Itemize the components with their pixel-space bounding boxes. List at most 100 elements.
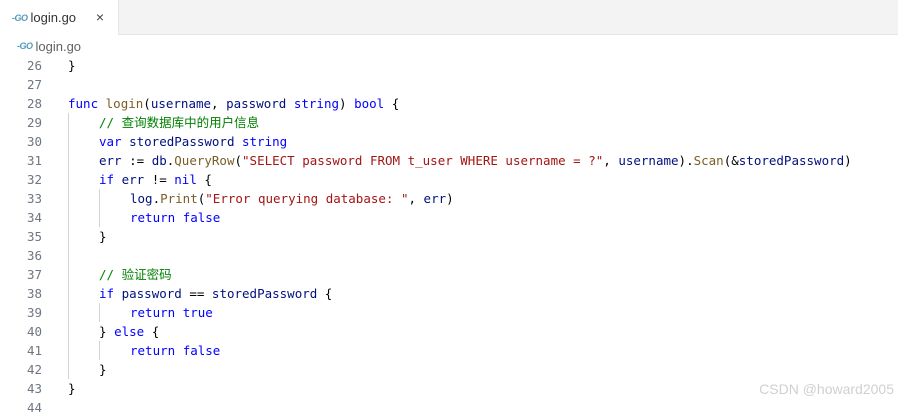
code-token: { xyxy=(384,96,400,111)
code-token: false xyxy=(182,343,221,358)
indent-guide xyxy=(99,189,100,227)
code-text: // 验证密码 xyxy=(99,265,172,284)
line-number: 27 xyxy=(26,77,42,92)
code-line: 26} xyxy=(0,56,898,75)
code-line: 42} xyxy=(0,360,898,379)
code-token: == xyxy=(181,286,212,301)
code-token: } xyxy=(99,362,107,377)
line-number: 42 xyxy=(26,362,42,377)
code-token: db xyxy=(151,153,167,168)
line-number: 41 xyxy=(26,343,42,358)
code-line: 30 var storedPassword string xyxy=(0,132,898,151)
code-token: if xyxy=(99,172,115,187)
indent-guide xyxy=(99,303,100,322)
line-number: 26 xyxy=(26,58,42,73)
code-text: } xyxy=(99,360,107,379)
code-token: storedPassword xyxy=(211,286,318,301)
code-text: } else { xyxy=(99,322,159,341)
code-token: string xyxy=(242,134,288,149)
code-token: } xyxy=(99,229,107,244)
go-file-icon: -GO xyxy=(12,12,28,23)
code-line: 27 xyxy=(0,75,898,94)
line-number: 28 xyxy=(26,96,42,111)
code-text: // 查询数据库中的用户信息 xyxy=(99,113,259,132)
code-line: 35} xyxy=(0,227,898,246)
code-token: return xyxy=(130,305,176,320)
line-number: 39 xyxy=(26,305,42,320)
code-token: QueryRow xyxy=(174,153,235,168)
code-token: false xyxy=(182,210,221,225)
editor-tab-bar: -GO login.go × xyxy=(0,0,898,35)
code-token: return xyxy=(130,343,176,358)
code-text: var storedPassword string xyxy=(99,132,287,151)
code-token: Scan xyxy=(693,153,724,168)
line-number: 33 xyxy=(26,191,42,206)
code-line: 29 // 查询数据库中的用户信息 xyxy=(0,113,898,132)
code-line: 31 err := db.QueryRow("SELECT password FR… xyxy=(0,151,898,170)
code-token: var xyxy=(99,134,122,149)
code-token: , xyxy=(408,191,424,206)
breadcrumb-item-file[interactable]: login.go xyxy=(36,39,82,54)
line-number: 30 xyxy=(26,134,42,149)
code-line: 28 func login(username, password string) … xyxy=(0,94,898,113)
tab-login-go[interactable]: -GO login.go × xyxy=(0,0,119,35)
code-line: 32 if err != nil { xyxy=(0,170,898,189)
code-token: login xyxy=(105,96,144,111)
code-line: 40 } else { xyxy=(0,322,898,341)
close-icon[interactable]: × xyxy=(92,9,108,25)
line-number: 40 xyxy=(26,324,42,339)
code-token: // 查询数据库中的用户信息 xyxy=(99,115,260,130)
code-token: } xyxy=(68,381,76,396)
code-token: else xyxy=(114,324,145,339)
code-text: func login(username, password string) bo… xyxy=(68,94,399,113)
code-text: } xyxy=(68,379,76,398)
code-token: ( xyxy=(234,153,243,168)
code-token: err xyxy=(121,172,145,187)
code-token: nil xyxy=(174,172,197,187)
code-token: storedPassword xyxy=(129,134,235,149)
code-token: username xyxy=(150,96,212,111)
tab-label: login.go xyxy=(30,10,77,25)
code-text: } xyxy=(99,227,107,246)
code-editor[interactable]: 26} 27 28 func login(username, password str… xyxy=(0,56,898,415)
code-token: ) xyxy=(446,191,454,206)
code-text: return true xyxy=(130,303,213,322)
code-token: err xyxy=(423,191,447,206)
code-token: { xyxy=(317,286,333,301)
code-token: storedPassword xyxy=(738,153,845,168)
code-token: ) xyxy=(339,96,355,111)
code-token: , xyxy=(603,153,619,168)
code-token: username xyxy=(618,153,679,168)
code-token: Print xyxy=(160,191,198,206)
line-number: 44 xyxy=(26,400,42,415)
code-line: 34 return false xyxy=(0,208,898,227)
code-line: 36 xyxy=(0,246,898,265)
code-token: := xyxy=(121,153,152,168)
code-token: string xyxy=(293,96,339,111)
code-token: ( xyxy=(143,96,151,111)
code-token: ). xyxy=(678,153,694,168)
code-text: return false xyxy=(130,341,220,360)
code-token: != xyxy=(144,172,175,187)
code-token: "SELECT password FROM t_user WHERE usern… xyxy=(242,153,604,168)
line-number: 29 xyxy=(26,115,42,130)
code-token: "Error querying database: " xyxy=(205,191,409,206)
code-token: password xyxy=(226,96,287,111)
code-line: 33 log.Print("Error querying database: ",… xyxy=(0,189,898,208)
code-token: true xyxy=(182,305,213,320)
go-file-icon: -GO xyxy=(17,41,33,51)
code-line: 44 xyxy=(0,398,898,417)
watermark: CSDN @howard2005 xyxy=(759,381,894,397)
code-line: 38 if password == storedPassword { xyxy=(0,284,898,303)
code-token: func xyxy=(68,96,99,111)
code-token: . xyxy=(152,191,161,206)
code-token: (& xyxy=(723,153,739,168)
code-line: 37 // 验证密码 xyxy=(0,265,898,284)
code-text: err := db.QueryRow("SELECT password FROM… xyxy=(99,151,852,170)
